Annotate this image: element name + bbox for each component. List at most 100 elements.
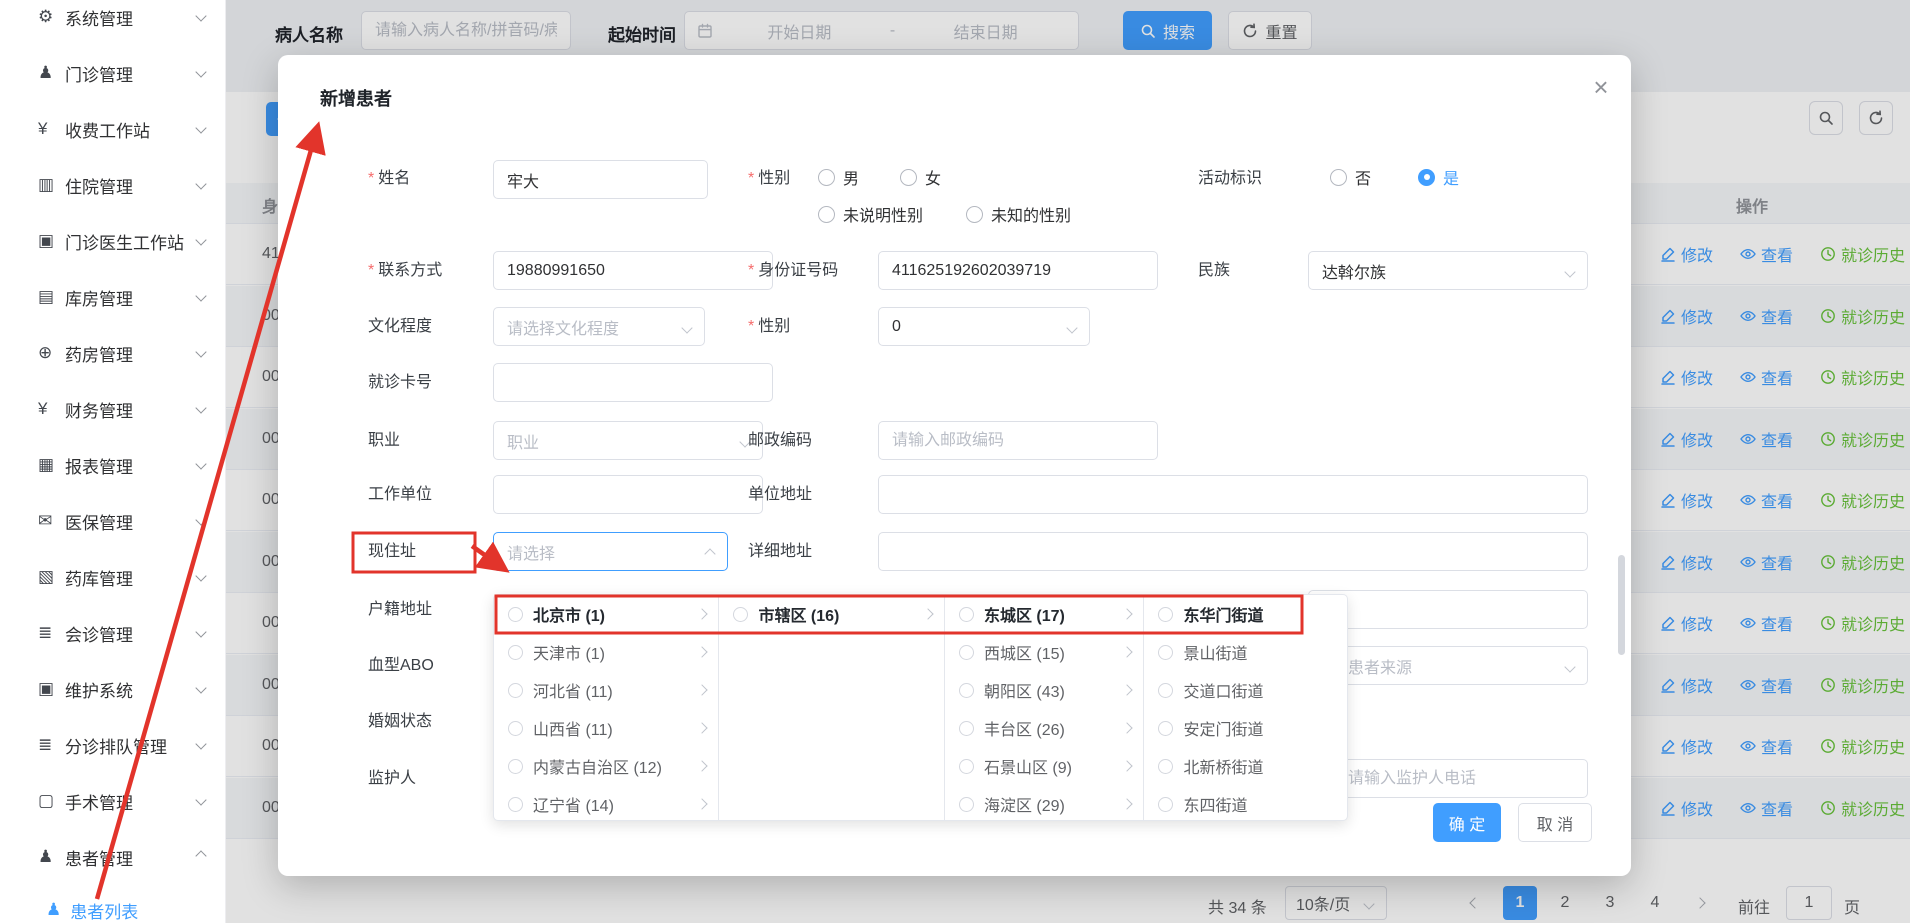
confirm-button[interactable]: 确 定: [1433, 803, 1501, 842]
cascader-option-shixiaqu[interactable]: 市辖区 (16): [719, 595, 943, 633]
cascader-option-fengtai[interactable]: 丰台区 (26): [945, 709, 1144, 747]
chevron-down-icon: [195, 10, 206, 21]
chevron-down-icon: [195, 290, 206, 301]
sidebar-item-surgery-mgmt[interactable]: ▢手术管理: [0, 773, 225, 829]
radio-icon: [959, 759, 974, 774]
person-icon: ♟: [38, 63, 65, 83]
cascader-option-andingmen[interactable]: 安定门街道: [1144, 709, 1347, 747]
work-unit-label: 工作单位: [368, 485, 432, 505]
ethnicity-select[interactable]: 达斡尔族: [1308, 251, 1588, 290]
sidebar-item-doctor-station[interactable]: ▣门诊医生工作站: [0, 213, 225, 269]
unit-address-input[interactable]: [878, 475, 1588, 514]
current-address-select[interactable]: 请选择: [493, 532, 728, 571]
gender-radio-female[interactable]: 女: [900, 166, 941, 188]
gender-radio-unknown[interactable]: 未知的性别: [966, 203, 1071, 225]
cascader-option-hebei[interactable]: 河北省 (11): [494, 671, 718, 709]
cascader-option-beixinqiao[interactable]: 北新桥街道: [1144, 747, 1347, 785]
sidebar-item-triage-queue[interactable]: ≣分诊排队管理: [0, 717, 225, 773]
cascader-option-tianjin[interactable]: 天津市 (1): [494, 633, 718, 671]
current-address-label: 现住址: [368, 542, 416, 562]
sidebar-item-drugstore-mgmt[interactable]: ▧药库管理: [0, 549, 225, 605]
cascader-option-beijing[interactable]: 北京市 (1): [494, 595, 718, 633]
sidebar-item-system-mgmt[interactable]: ⚙系统管理: [0, 0, 225, 45]
radio-icon: [818, 169, 835, 186]
gender-radio-unstated[interactable]: 未说明性别: [818, 203, 923, 225]
radio-icon: [900, 169, 917, 186]
cascader-option-neimenggu[interactable]: 内蒙古自治区 (12): [494, 747, 718, 785]
required-marker: *: [748, 170, 754, 187]
radio-icon: [508, 683, 523, 698]
ethnicity-label: 民族: [1198, 261, 1230, 281]
gender-radio-male[interactable]: 男: [818, 166, 859, 188]
required-marker: *: [368, 170, 374, 187]
active-radio-no[interactable]: 否: [1330, 166, 1371, 188]
education-select[interactable]: 请选择文化程度: [493, 307, 705, 346]
cascader-option-shanxi[interactable]: 山西省 (11): [494, 709, 718, 747]
cascader-option-dongcheng[interactable]: 东城区 (17): [945, 595, 1144, 633]
report-icon: ▦: [38, 455, 65, 475]
postcode-input[interactable]: [878, 421, 1158, 460]
sidebar-item-report-mgmt[interactable]: ▦报表管理: [0, 437, 225, 493]
cascader-option-jingshan[interactable]: 景山街道: [1144, 633, 1347, 671]
sidebar-item-finance-mgmt[interactable]: ¥财务管理: [0, 381, 225, 437]
sidebar: ⚙系统管理 ♟门诊管理 ¥收费工作站 ▥住院管理 ▣门诊医生工作站 ▤库房管理 …: [0, 0, 226, 923]
sidebar-item-pharmacy-mgmt[interactable]: ⊕药房管理: [0, 325, 225, 381]
detail-address-input[interactable]: [878, 532, 1588, 571]
contact-input[interactable]: [493, 251, 773, 290]
gender-code-select[interactable]: 0: [878, 307, 1090, 346]
cascader-option-jiaodaokou[interactable]: 交道口街道: [1144, 671, 1347, 709]
radio-icon: [959, 645, 974, 660]
chevron-right-icon: [697, 798, 708, 809]
sidebar-item-consultation-mgmt[interactable]: ≣会诊管理: [0, 605, 225, 661]
name-label: *姓名: [368, 169, 410, 189]
sidebar-item-patient-list[interactable]: ♟患者列表: [0, 885, 225, 923]
id-number-input[interactable]: [878, 251, 1158, 290]
sidebar-item-maintenance[interactable]: ▣维护系统: [0, 661, 225, 717]
yen-icon: ¥: [38, 399, 65, 419]
cascader-option-xicheng[interactable]: 西城区 (15): [945, 633, 1144, 671]
dialog-title: 新增患者: [320, 85, 392, 111]
radio-icon: [508, 721, 523, 736]
card-number-label: 就诊卡号: [368, 373, 432, 393]
active-radio-yes[interactable]: 是: [1418, 166, 1459, 188]
household-address-input[interactable]: [1308, 590, 1588, 629]
cascader-district-column: 东城区 (17) 西城区 (15) 朝阳区 (43) 丰台区 (26) 石景山区…: [945, 595, 1145, 820]
occupation-label: 职业: [368, 431, 400, 451]
patient-source-select[interactable]: 患者来源: [1334, 646, 1588, 685]
sidebar-item-insurance-mgmt[interactable]: ✉医保管理: [0, 493, 225, 549]
chevron-down-icon: [195, 346, 206, 357]
chevron-down-icon: [195, 66, 206, 77]
sidebar-item-warehouse-mgmt[interactable]: ▤库房管理: [0, 269, 225, 325]
cascader-option-dongsi[interactable]: 东四街道: [1144, 785, 1347, 821]
cascader-option-liaoning[interactable]: 辽宁省 (14): [494, 785, 718, 821]
chevron-down-icon: [1066, 322, 1077, 333]
work-unit-input[interactable]: [493, 475, 763, 514]
sidebar-item-fee-station[interactable]: ¥收费工作站: [0, 101, 225, 157]
cancel-button[interactable]: 取 消: [1518, 803, 1592, 842]
close-icon[interactable]: ×: [1584, 69, 1618, 103]
occupation-select[interactable]: 职业: [493, 421, 763, 460]
chevron-down-icon: [195, 738, 206, 749]
card-number-input[interactable]: [493, 363, 773, 402]
radio-icon: [1330, 169, 1347, 186]
cascader-option-shijingshan[interactable]: 石景山区 (9): [945, 747, 1144, 785]
sidebar-item-label: 系统管理: [65, 5, 197, 30]
radio-icon: [818, 206, 835, 223]
cascader-option-donghuamen[interactable]: 东华门街道: [1144, 595, 1347, 633]
guardian-phone-input[interactable]: [1334, 759, 1588, 798]
chevron-right-icon: [1122, 722, 1133, 733]
chevron-down-icon: [681, 322, 692, 333]
sidebar-item-outpatient-mgmt[interactable]: ♟门诊管理: [0, 45, 225, 101]
sidebar-item-inpatient-mgmt[interactable]: ▥住院管理: [0, 157, 225, 213]
cascader-option-chaoyang[interactable]: 朝阳区 (43): [945, 671, 1144, 709]
radio-icon: [1158, 645, 1173, 660]
sidebar-subitem-label: 患者列表: [70, 898, 138, 923]
cascader-option-haidian[interactable]: 海淀区 (29): [945, 785, 1144, 821]
name-input[interactable]: [493, 160, 708, 199]
list-icon: ≣: [38, 623, 65, 643]
sidebar-item-patient-mgmt[interactable]: ♟患者管理: [0, 829, 225, 885]
modal-scrollbar[interactable]: [1618, 555, 1625, 655]
radio-icon: [1158, 683, 1173, 698]
sidebar-item-label: 门诊医生工作站: [65, 229, 197, 254]
radio-icon: [508, 759, 523, 774]
